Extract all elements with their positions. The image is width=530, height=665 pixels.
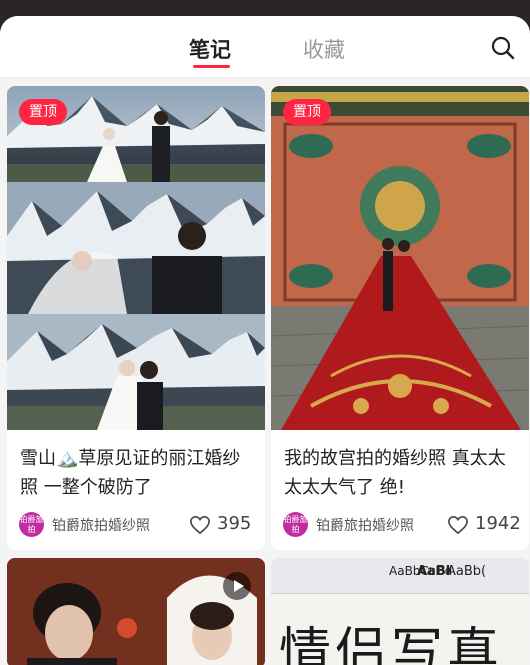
author-row: 铂爵旅拍 铂爵旅拍婚纱照 395 — [19, 512, 255, 538]
note-cover-image[interactable]: 置顶 — [7, 86, 265, 430]
tab-notes[interactable]: 笔记 — [189, 34, 231, 64]
like-count: 395 — [217, 513, 252, 534]
heart-icon[interactable] — [447, 515, 469, 535]
pinned-badge: 置顶 — [283, 99, 331, 125]
note-cover-image[interactable] — [7, 558, 265, 665]
note-card[interactable] — [7, 558, 265, 665]
note-cover-image[interactable]: 置顶 — [271, 86, 529, 430]
tab-bar: 笔记 收藏 — [0, 16, 530, 78]
play-icon[interactable] — [223, 572, 251, 600]
pinned-badge: 置顶 — [19, 99, 67, 125]
like-count: 1942 — [475, 513, 521, 534]
avatar[interactable]: 铂爵旅拍 — [19, 512, 44, 537]
active-tab-indicator — [193, 65, 230, 68]
note-title[interactable]: 雪山🏔️草原见证的丽江婚纱照 一整个破防了 — [20, 444, 256, 502]
heart-icon[interactable] — [189, 515, 211, 535]
document-toolbar-image: AaBbCcDd AaBl AaBb( — [271, 558, 529, 594]
author-row: 铂爵旅拍 铂爵旅拍婚纱照 1942 — [283, 512, 521, 538]
cover-headline: 情侣写真 — [279, 623, 504, 665]
tab-favorites[interactable]: 收藏 — [303, 34, 345, 64]
author-name[interactable]: 铂爵旅拍婚纱照 — [52, 515, 150, 535]
profile-notes-sheet: 笔记 收藏 置顶 雪山🏔️草原见证的丽江婚纱照 一整个破防了 铂爵旅拍 铂爵旅拍… — [0, 16, 530, 665]
search-icon[interactable] — [490, 35, 516, 61]
note-card[interactable]: AaBbCcDd AaBl AaBb( 情侣写真 — [271, 558, 529, 665]
note-card[interactable]: 置顶 我的故宫拍的婚纱照 真太太太太大气了 绝! 铂爵旅拍 铂爵旅拍婚纱照 19… — [271, 86, 529, 550]
note-card[interactable]: 置顶 雪山🏔️草原见证的丽江婚纱照 一整个破防了 铂爵旅拍 铂爵旅拍婚纱照 39… — [7, 86, 265, 550]
avatar[interactable]: 铂爵旅拍 — [283, 512, 308, 537]
ribbon-style-label: AaBb( — [447, 564, 487, 579]
author-name[interactable]: 铂爵旅拍婚纱照 — [316, 515, 414, 535]
ribbon-style-label: AaBl — [417, 564, 451, 579]
note-title[interactable]: 我的故宫拍的婚纱照 真太太太太大气了 绝! — [284, 444, 520, 502]
